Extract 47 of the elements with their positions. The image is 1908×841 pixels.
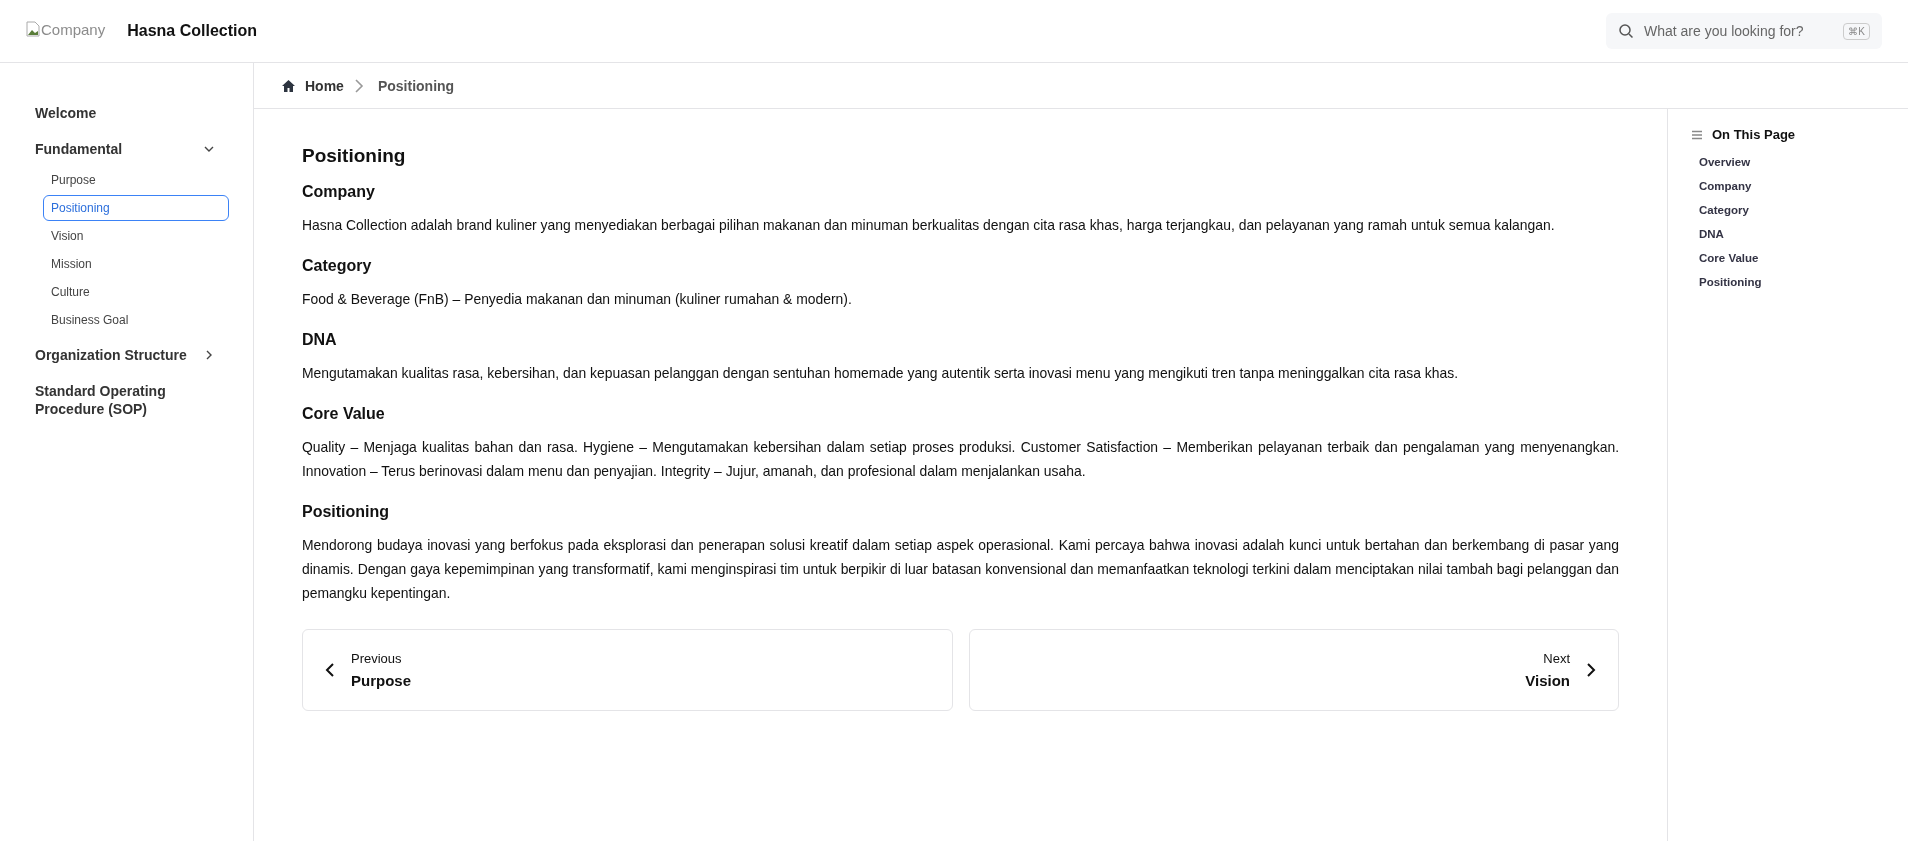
chevron-left-icon [325, 662, 335, 678]
page-title: Positioning [302, 145, 407, 167]
shortcut-key: ⌘K [1843, 22, 1870, 40]
sidebar-item[interactable]: Standard Operating Procedure (SOP) [35, 375, 229, 425]
chevron-icon [353, 78, 364, 93]
toc-link[interactable]: Core Value [1692, 246, 1908, 270]
paragraph: Mengutamakan kualitas rasa, kebersihan, dan kepuasan pelanggan dengan sentuhan homemade yang autentik serta inovasi menu yang mengikuti tren tanpa meninggalkan cita rasa khas. [302, 364, 1459, 383]
site-title: Hasna Collection [127, 22, 257, 40]
section-heading: Category [302, 257, 373, 275]
toc-link[interactable]: Positioning [1692, 270, 1908, 294]
section-heading: Company [302, 183, 376, 201]
search-bar[interactable]: What are you looking for? ⌘K [1606, 13, 1882, 49]
list-icon [1692, 129, 1702, 140]
breadcrumb-link[interactable]: Home [305, 77, 344, 94]
search-input[interactable]: What are you looking for? [1642, 22, 1836, 40]
sidebar-subitem[interactable]: Purpose [42, 167, 229, 193]
sidebar-item[interactable]: Welcome [35, 97, 229, 129]
card-caption: Next [1543, 651, 1570, 666]
search-icon [1618, 23, 1634, 39]
section-heading: DNA [302, 331, 338, 349]
paragraph: Hasna Collection adalah brand kuliner yang menyediakan berbagai pilihan makanan dan minuman berkualitas dengan cita rasa khas, harga terjangkau, dan pelayanan yang ramah untuk semua kalangan. [302, 216, 1556, 235]
sidebar-group[interactable]: Fundamental [35, 133, 229, 165]
paragraph: Mendorong budaya inovasi yang berfokus pada eksplorasi dan penerapan solusi kreatif dalam setiap aspek operasional. Kami percaya bahwa inovasi adalah kunci untuk bertahan dan berkembang di pasar yang dinamis. Dengan gaya kepemimpinan yang transformatif, kami menginspirasi tim untuk berpikir di luar batasan konvensional dan memanfaatkan teknologi terkini dalam menciptakan nilai tambah bagi pelanggan dan pemangku kepentingan. [302, 536, 1619, 603]
toc-link[interactable]: DNA [1692, 222, 1908, 246]
toc-link[interactable]: Company [1692, 174, 1908, 198]
sidebar-subitem[interactable]: Culture [42, 279, 229, 305]
previous-page-card[interactable]: Previous Purpose [302, 629, 953, 711]
home-icon [282, 79, 295, 92]
sidebar-subitem[interactable]: Business Goal [42, 307, 229, 333]
card-caption: Previous [351, 651, 403, 666]
sidebar-subitem[interactable]: Positioning [43, 195, 229, 221]
paragraph: Food & Beverage (FnB) – Penyedia makanan dan minuman (kuliner rumahan & modern). [302, 290, 853, 309]
broken-image: Company [26, 21, 106, 41]
sidebar-subitem[interactable]: Vision [42, 223, 229, 249]
card-title: Vision [1525, 672, 1570, 689]
toc-title: On This Page [1712, 127, 1796, 142]
paragraph: Quality – Menjaga kualitas bahan dan rasa. Hygiene – Mengutamakan kebersihan dalam setiap proses produksi. Customer Satisfaction – Memberikan pelayanan terbaik dan pengalaman yang menyenangkan. Innovation – Terus berinovasi dalam menu dan penyajian. Integrity – Jujur, amanah, dan profesional dalam menjalankan usaha. [302, 438, 1619, 481]
card-title: Purpose [351, 672, 411, 689]
sidebar-subitem[interactable]: Mission [42, 251, 229, 277]
toc-link[interactable]: Category [1692, 198, 1908, 222]
toc-link[interactable]: Overview [1692, 150, 1908, 174]
next-page-card[interactable]: Next Vision [968, 629, 1619, 711]
chevron-right-icon [1586, 662, 1596, 678]
breadcrumb-link[interactable]: Positioning [377, 77, 455, 94]
section-heading: Positioning [302, 503, 391, 521]
section-heading: Core Value [302, 405, 386, 423]
sidebar-group[interactable]: Organization Structure [35, 339, 229, 371]
